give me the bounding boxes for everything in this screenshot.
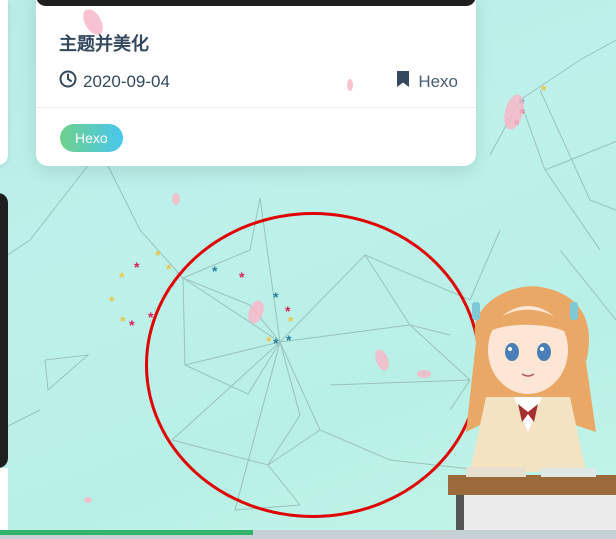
page-background: 主题并美化 2020-09-04 Hexo Hexo * * * * * * *… <box>0 0 616 539</box>
reading-progress-bar <box>0 530 253 535</box>
svg-text:*: * <box>129 317 135 333</box>
svg-text:*: * <box>109 293 115 309</box>
svg-text:*: * <box>120 313 126 329</box>
svg-text:*: * <box>155 247 161 263</box>
svg-text:*: * <box>119 269 125 285</box>
mascot-illustration[interactable] <box>446 282 616 539</box>
svg-text:*: * <box>134 259 140 275</box>
annotation-circle <box>145 212 481 518</box>
svg-text:*: * <box>541 82 547 98</box>
svg-text:*: * <box>166 261 172 277</box>
